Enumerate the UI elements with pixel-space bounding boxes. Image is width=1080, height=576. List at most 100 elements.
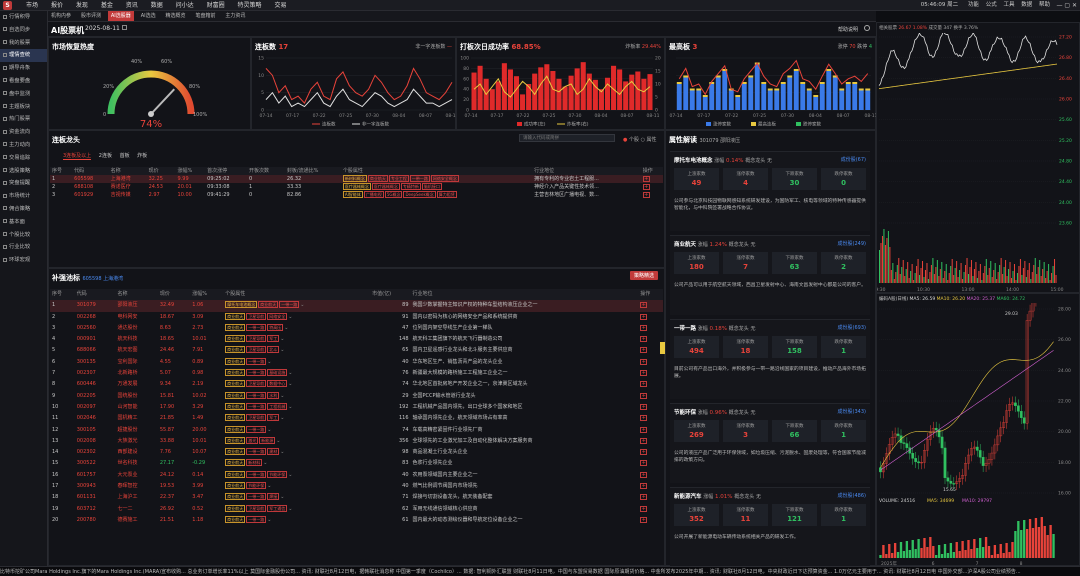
- row-action[interactable]: +: [638, 492, 663, 503]
- add-icon[interactable]: +: [640, 347, 648, 354]
- stock-code[interactable]: 002008: [75, 436, 116, 447]
- stock-name[interactable]: 春晖智控: [115, 481, 157, 492]
- table-row[interactable]: 15 300522 世名科技 27.17 -0.29 商业航天 新材料 ⌄ 83 色浆行业领先企业…: [50, 458, 663, 469]
- add-icon[interactable]: +: [640, 336, 648, 343]
- stock-tag[interactable]: 一带一路: [246, 391, 267, 399]
- stock-tag[interactable]: 广播电视: [363, 191, 384, 198]
- stock-name[interactable]: 西部建设: [115, 447, 157, 458]
- stock-tag[interactable]: 军工: [267, 335, 280, 343]
- nav-item[interactable]: 看盘要盘: [0, 75, 47, 88]
- stock-tag[interactable]: 基础设施: [267, 369, 288, 377]
- add-icon[interactable]: +: [642, 184, 650, 190]
- stock-tag[interactable]: 一带一路: [246, 369, 267, 377]
- chevron-down-icon[interactable]: ⌄: [288, 472, 292, 478]
- stock-code[interactable]: 603712: [75, 504, 116, 515]
- chevron-down-icon[interactable]: ⌄: [267, 359, 271, 365]
- calendar-icon[interactable]: [121, 25, 127, 30]
- add-icon[interactable]: +: [642, 192, 650, 198]
- table-row[interactable]: 17 300943 春晖智控 19.53 3.99 商业航天 节能环保 ⌄ 40 燃气比例调节阀国…: [50, 481, 663, 492]
- tab-blast[interactable]: 炸板: [137, 153, 147, 159]
- menu-item[interactable]: 基金: [101, 0, 113, 11]
- row-action[interactable]: +: [638, 391, 663, 402]
- row-action[interactable]: +: [638, 504, 663, 515]
- chevron-down-icon[interactable]: ⌄: [288, 370, 292, 376]
- chevron-down-icon[interactable]: ⌄: [280, 494, 284, 500]
- constituents-link[interactable]: 成份股(343): [838, 408, 866, 415]
- stock-code[interactable]: 002046: [75, 413, 116, 424]
- stock-name[interactable]: 山河智能: [115, 402, 157, 413]
- table-row[interactable]: 11 002046 国机精工 21.85 1.49 商业航天 卫星导航 军工 ⌄ 116 轴承国内领…: [50, 413, 663, 424]
- stock-name[interactable]: 上海港湾: [108, 175, 147, 183]
- stock-tag[interactable]: 卫星导航: [246, 312, 267, 320]
- stock-name[interactable]: 电科网安: [115, 312, 157, 323]
- table-row[interactable]: 6 300135 宝利国际 4.55 0.89 商业航天 一带一路 ⌄ 40 华东地区生产、销售沥…: [50, 357, 663, 368]
- nav-item[interactable]: 盘中监测: [0, 88, 47, 101]
- stock-name[interactable]: 航天科技: [115, 334, 157, 345]
- nav-item[interactable]: 主力动向: [0, 139, 47, 152]
- help-link[interactable]: 帮助说明: [838, 26, 858, 33]
- stock-tag[interactable]: 一带一路: [409, 175, 430, 182]
- add-icon[interactable]: +: [640, 403, 648, 410]
- stock-name[interactable]: 航天宏图: [115, 345, 157, 356]
- stock-tag[interactable]: 商业航天: [225, 369, 246, 377]
- date-picker[interactable]: 2025-08-11: [85, 25, 127, 32]
- stock-tag[interactable]: 商业航天: [225, 493, 246, 501]
- app-logo[interactable]: S: [3, 1, 12, 10]
- stock-tag[interactable]: 商业航天: [225, 482, 246, 490]
- nav-item[interactable]: 期导舟象: [0, 62, 47, 75]
- column-header[interactable]: 行业地位: [410, 289, 639, 301]
- add-icon[interactable]: +: [640, 302, 648, 309]
- stock-name[interactable]: 吉视传媒: [109, 191, 147, 199]
- table-row[interactable]: 10 002097 山河智能 17.90 3.29 商业航天 一带一路 工程机械 ⌄ 192 工程机…: [50, 402, 663, 413]
- table-row[interactable]: 3 002560 通达股份 8.63 2.73 商业航天 一带一路 特高压 ⌄ 47 位列国内架空导…: [50, 323, 663, 334]
- stock-name[interactable]: 大元泵业: [115, 470, 157, 481]
- column-header[interactable]: 名称: [115, 289, 158, 301]
- add-icon[interactable]: +: [640, 449, 648, 456]
- stock-tag[interactable]: 商业航天: [225, 504, 246, 512]
- stock-code[interactable]: 601131: [75, 492, 116, 503]
- stock-name[interactable]: 上海沪工: [115, 492, 157, 503]
- row-action[interactable]: +: [638, 402, 663, 413]
- row-action[interactable]: +: [641, 183, 663, 191]
- chevron-down-icon[interactable]: ⌄: [263, 460, 267, 466]
- add-icon[interactable]: +: [640, 426, 648, 433]
- column-header[interactable]: 市值(亿): [370, 289, 411, 301]
- row-action[interactable]: +: [638, 312, 663, 323]
- column-header[interactable]: 名称: [108, 167, 147, 175]
- stock-code[interactable]: 688108: [72, 183, 108, 191]
- stock-code[interactable]: 002205: [75, 391, 116, 402]
- table-row[interactable]: 18 601131 上海沪工 22.37 3.47 商业航天 一带一路 焊接 ⌄ 71 焊接与切割设…: [50, 492, 663, 503]
- stock-tag[interactable]: 节能环保: [246, 482, 267, 490]
- nav-item[interactable]: 佣合策略: [0, 203, 47, 216]
- column-header[interactable]: 开板次数: [246, 167, 285, 175]
- table-row[interactable]: 1 605598 上海港湾 32.25 9.99 09:25:02 0 26.32 新材料概念商…: [50, 175, 663, 183]
- chevron-down-icon[interactable]: ⌄: [276, 438, 280, 444]
- stock-code[interactable]: 002307: [75, 368, 116, 379]
- column-header[interactable]: 代码: [74, 289, 116, 301]
- stock-tag[interactable]: 商业航天: [225, 470, 246, 478]
- stock-tag[interactable]: 北斗: [267, 346, 280, 354]
- table-row[interactable]: 8 600446 万通发展 9.34 2.19 商业航天 卫星导航 数据中心 ⌄ 74 华北地区首批…: [50, 379, 663, 390]
- column-header[interactable]: 个股属性: [340, 167, 533, 175]
- news-ticker[interactable]: 比特币挖矿公司Mara Holdings Inc.旗下的Mara Holding…: [0, 566, 1080, 576]
- nav-item[interactable]: 交易追踪: [0, 152, 47, 165]
- view-toggle[interactable]: ● 个股 ○ 属性: [623, 136, 657, 143]
- column-header[interactable]: 代码: [72, 167, 109, 175]
- chevron-down-icon[interactable]: ⌄: [284, 325, 288, 331]
- table-row[interactable]: 2 688108 赛诺医疗 24.53 20.01 09:33:08 1 33.33 医疗器械概…: [50, 183, 663, 191]
- tools-menu[interactable]: 工具: [1003, 2, 1014, 8]
- stock-tag[interactable]: 网络安全概念: [430, 175, 459, 182]
- add-icon[interactable]: +: [640, 516, 648, 523]
- menu-item[interactable]: 报价: [51, 0, 63, 11]
- stock-tag[interactable]: 卫星导航: [246, 504, 267, 512]
- stock-tag[interactable]: 商业航天: [225, 346, 246, 354]
- add-icon[interactable]: +: [640, 437, 648, 444]
- nav-item[interactable]: 个股比较: [0, 229, 47, 242]
- stock-tag[interactable]: 商业航天: [225, 459, 246, 467]
- nav-item[interactable]: 热门股票: [0, 113, 47, 126]
- stock-code[interactable]: 000901: [75, 334, 116, 345]
- chevron-down-icon[interactable]: ⌄: [267, 517, 271, 523]
- stock-tag[interactable]: 商业航天: [258, 301, 279, 309]
- strategy-button[interactable]: 策略精选: [629, 271, 658, 280]
- subtab[interactable]: 精选概览: [163, 11, 189, 21]
